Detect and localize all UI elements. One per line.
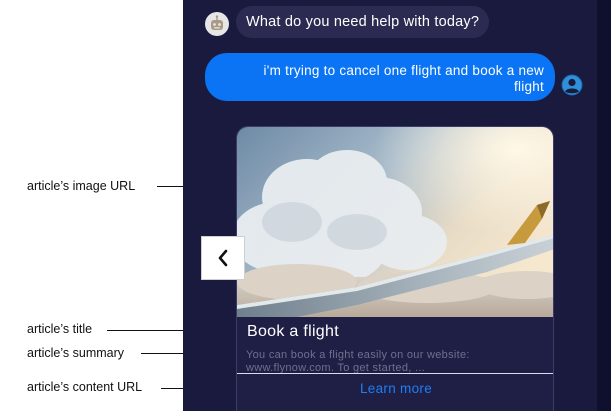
- learn-more-link[interactable]: Learn more: [237, 381, 553, 396]
- annotation-title-line: [107, 330, 184, 331]
- article-summary: You can book a flight easily on our webs…: [246, 349, 470, 374]
- annotation-content-url: article’s content URL: [0, 377, 142, 397]
- user-message-bubble: i'm trying to cancel one flight and book…: [205, 53, 555, 101]
- carousel-prev-button[interactable]: [201, 236, 245, 280]
- annotation-image-url: article’s image URL: [0, 176, 135, 196]
- user-message-line-2: flight: [513, 79, 544, 94]
- bot-avatar: [205, 12, 229, 36]
- article-card[interactable]: Book a flight You can book a flight easi…: [236, 126, 554, 411]
- chevron-left-icon: [218, 249, 228, 267]
- annotation-title: article’s title: [0, 319, 92, 339]
- robot-icon: [211, 15, 223, 30]
- annotation-image-url-label: article’s image URL: [27, 179, 136, 193]
- article-image: [237, 127, 553, 317]
- article-title: Book a flight: [247, 323, 339, 340]
- user-avatar: [561, 74, 583, 96]
- bot-message-bubble: What do you need help with today?: [236, 6, 490, 38]
- chat-scrollbar-track[interactable]: [597, 0, 611, 411]
- annotation-summary: article’s summary: [0, 343, 124, 363]
- user-message-line-1: i'm trying to cancel one flight and book…: [263, 63, 544, 78]
- user-icon: [561, 74, 583, 96]
- annotation-title-label: article’s title: [27, 322, 93, 336]
- card-divider: [237, 373, 553, 374]
- bot-message-text: What do you need help with today?: [246, 14, 480, 30]
- annotation-summary-label: article’s summary: [27, 346, 125, 360]
- annotation-content-url-label: article’s content URL: [27, 380, 143, 394]
